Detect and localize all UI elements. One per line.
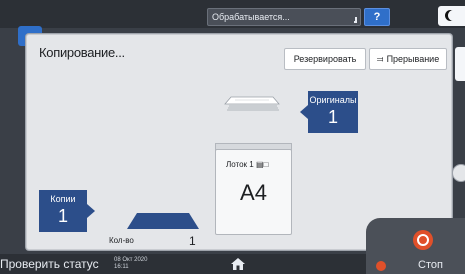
copies-badge: Копии 1 [39, 190, 95, 232]
home-icon[interactable] [231, 258, 245, 270]
stop-label: Стоп [418, 259, 443, 271]
reserve-button[interactable]: Резервировать [284, 48, 366, 70]
stop-icon [417, 234, 429, 246]
paper-tray: Лоток 1 ▤□ A4 [215, 149, 292, 235]
copies-count: 1 [57, 206, 68, 226]
copies-label: Копии [50, 194, 76, 204]
stop-button[interactable] [413, 230, 433, 250]
help-button[interactable]: ? [364, 8, 390, 26]
originals-label: Оригиналы [309, 95, 357, 105]
originals-badge: Оригиналы 1 [300, 91, 358, 133]
moon-icon [448, 10, 459, 21]
copies-pointer [87, 204, 95, 218]
paper-size: A4 [240, 180, 267, 205]
time-text: 16:11 [114, 264, 129, 270]
interrupt-label: Прерывание [386, 54, 440, 64]
expand-corner-icon [354, 17, 357, 23]
datetime-display: 08 Окт 2020 16:11 [114, 257, 147, 271]
interrupt-button[interactable]: ⫤ Прерывание [369, 48, 447, 70]
job-status-field[interactable]: Обрабатывается... [207, 8, 361, 26]
reserve-label: Резервировать [293, 54, 357, 64]
originals-count: 1 [327, 107, 338, 127]
job-status-text: Обрабатывается... [212, 12, 290, 22]
edge-tab-button[interactable] [455, 47, 465, 81]
interrupt-icon: ⫤ [376, 54, 384, 64]
originals-pointer [300, 105, 308, 119]
edge-round-button[interactable] [452, 164, 465, 182]
energy-saver-button[interactable] [438, 6, 465, 26]
check-status-button[interactable]: Проверить статус [0, 257, 99, 271]
tray-info: Лоток 1 ▤□ [226, 160, 268, 169]
stop-indicator-icon [376, 261, 386, 271]
date-text: 08 Окт 2020 [114, 257, 148, 263]
quantity-label: Кол-во [109, 236, 134, 245]
tray-icons: ▤□ [255, 160, 269, 169]
quantity-value: 1 [189, 234, 196, 248]
dialog-title: Копирование... [39, 45, 125, 60]
tray-label: Лоток 1 [226, 160, 254, 169]
output-tray-icon [127, 213, 199, 229]
originals-stack-icon [224, 96, 280, 111]
